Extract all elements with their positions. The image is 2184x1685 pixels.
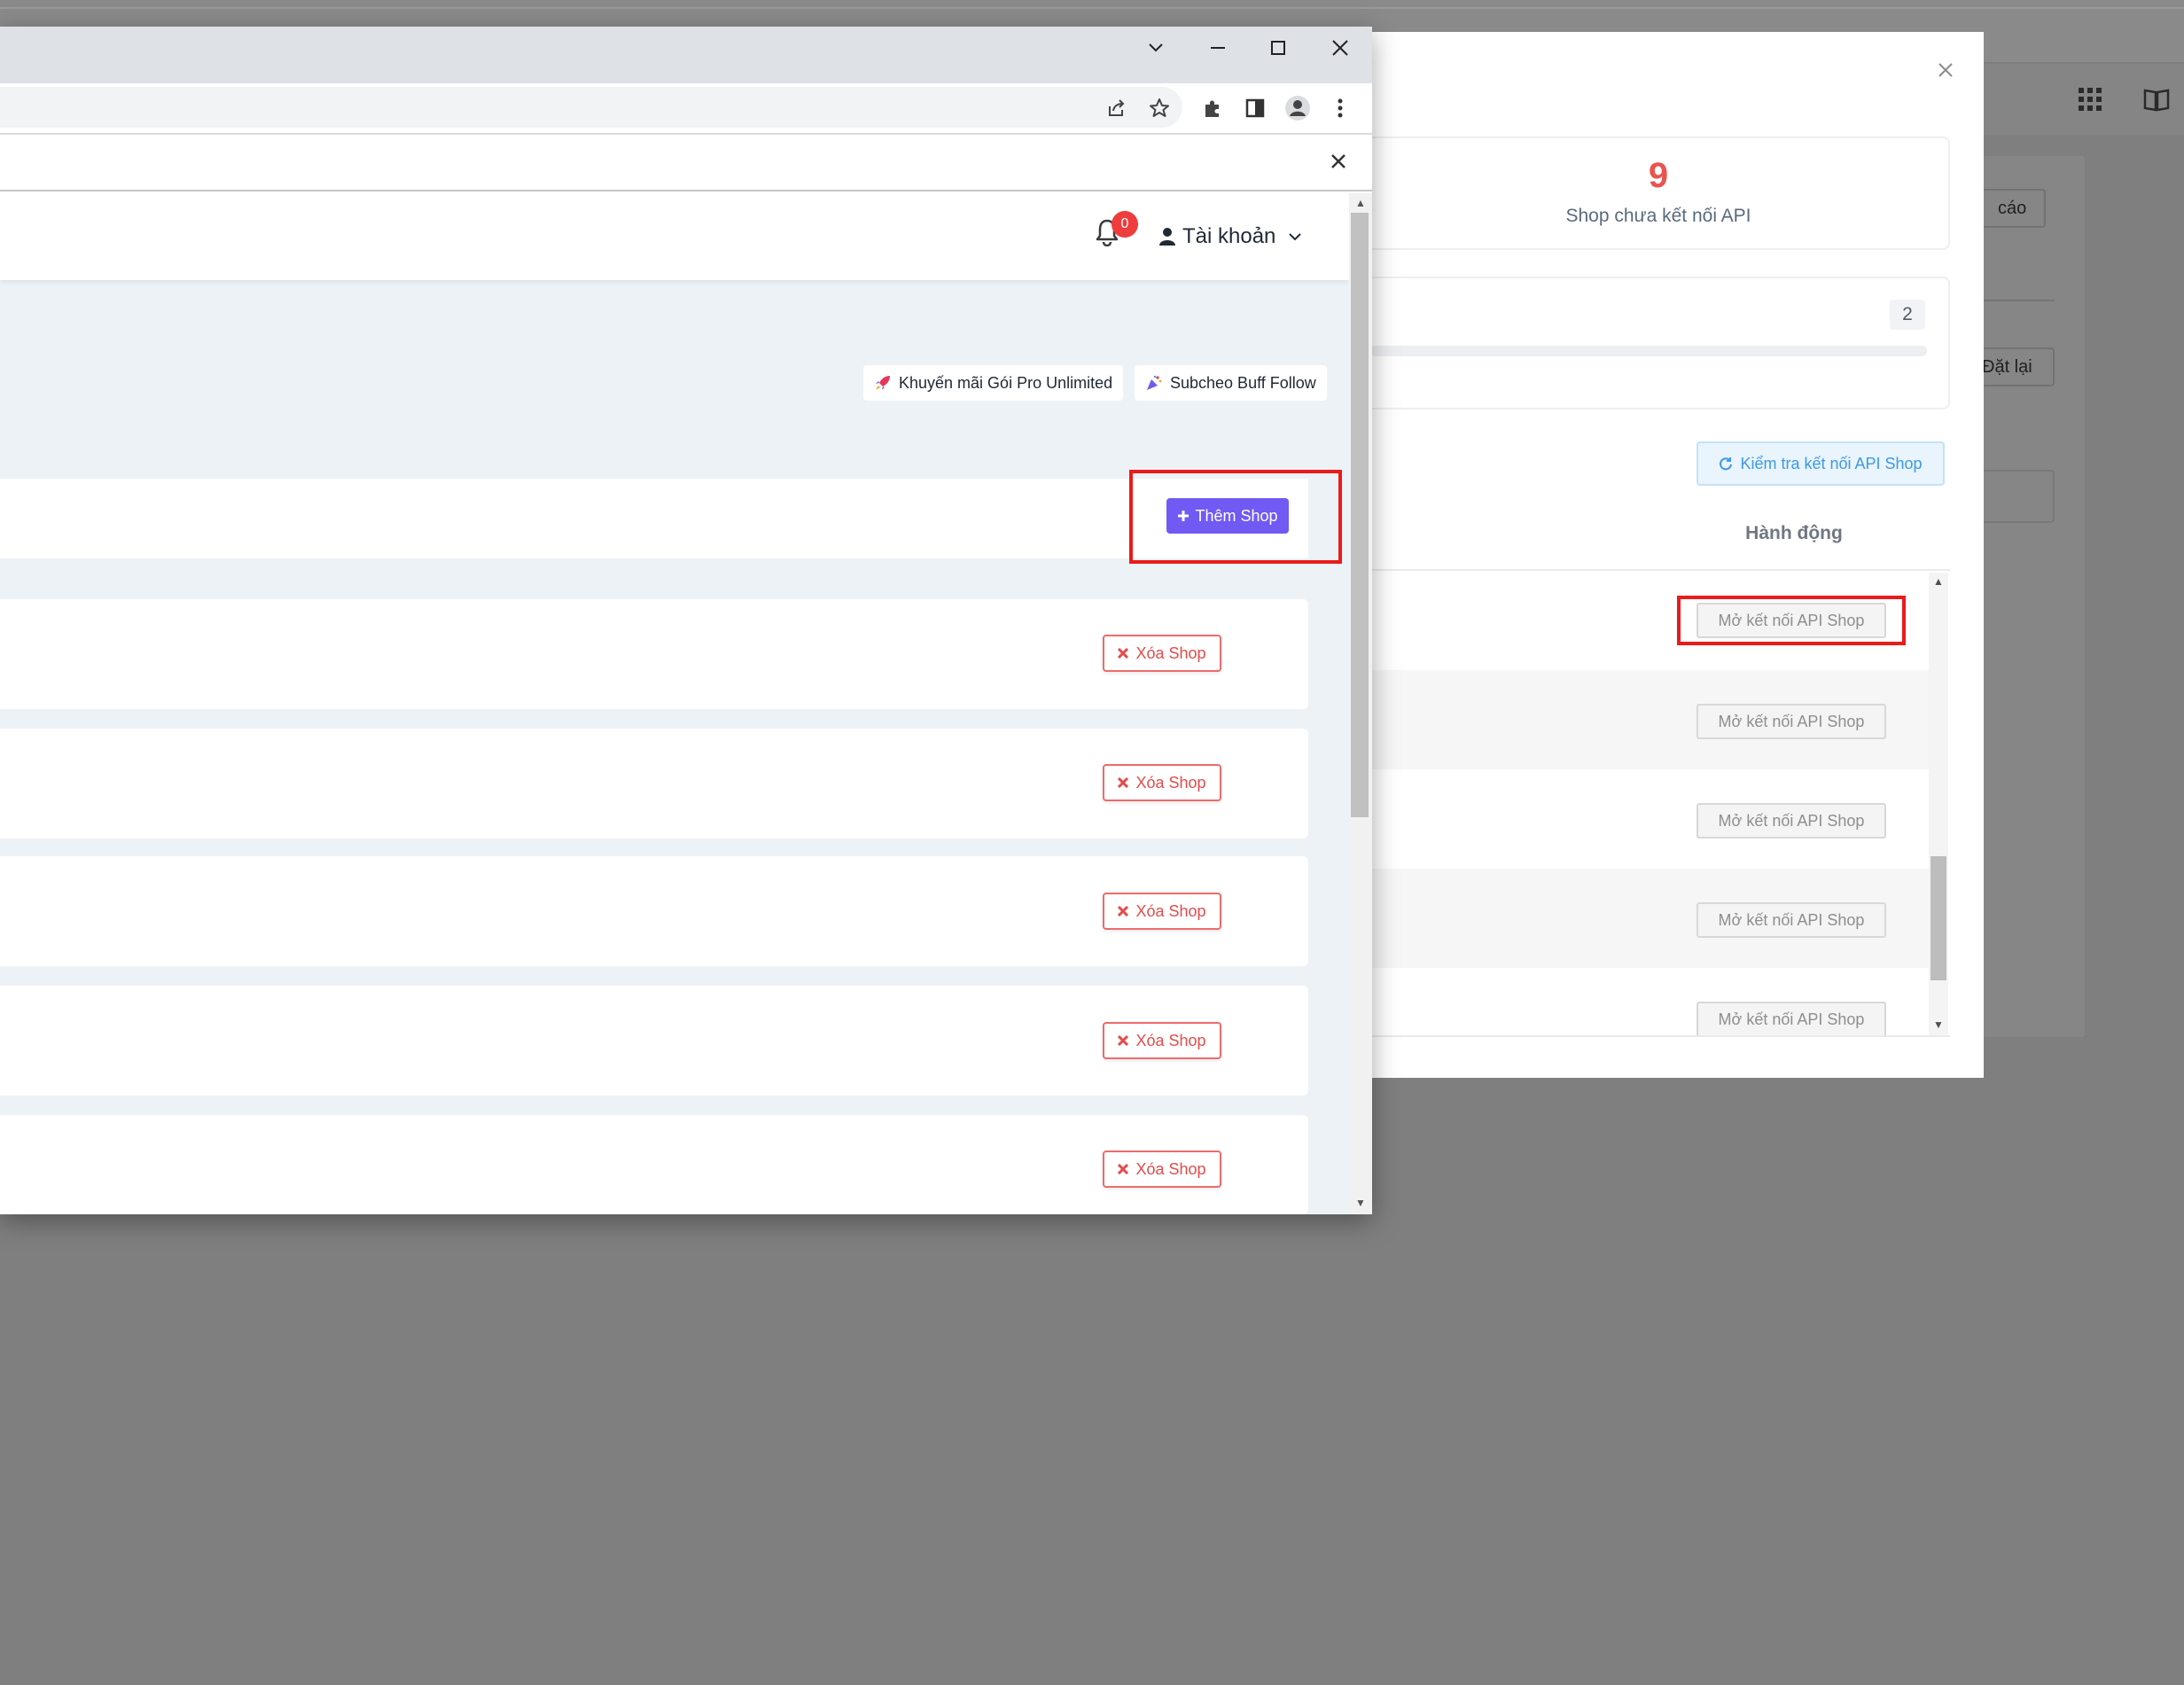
open-api-connection-button[interactable]: Mở kết nối API Shop bbox=[1696, 704, 1886, 739]
scroll-down-arrow-icon[interactable]: ▼ bbox=[1349, 1193, 1372, 1213]
x-icon bbox=[1118, 906, 1129, 917]
user-icon bbox=[1159, 227, 1175, 246]
bookmark-star-icon[interactable] bbox=[1143, 92, 1175, 124]
infobar-close-icon[interactable] bbox=[1324, 147, 1353, 176]
delete-shop-button[interactable]: Xóa Shop bbox=[1103, 893, 1221, 930]
address-bar[interactable] bbox=[0, 87, 1182, 128]
background-divider bbox=[0, 7, 2184, 9]
minimize-icon[interactable] bbox=[1193, 30, 1243, 66]
rocket-icon bbox=[874, 374, 892, 392]
unconnected-count: 9 bbox=[1648, 156, 1669, 195]
delete-shop-label: Xóa Shop bbox=[1135, 901, 1206, 920]
progress-count-badge: 2 bbox=[1890, 300, 1925, 330]
scroll-up-arrow-icon[interactable]: ▲ bbox=[1929, 573, 1948, 590]
party-popper-icon bbox=[1145, 374, 1163, 392]
apps-grid-icon bbox=[2078, 87, 2102, 112]
scroll-down-arrow-icon[interactable]: ▼ bbox=[1929, 1016, 1948, 1034]
open-api-connection-button[interactable]: Mở kết nối API Shop bbox=[1696, 902, 1886, 938]
page-scrollbar-thumb[interactable] bbox=[1351, 213, 1369, 817]
book-icon bbox=[2143, 87, 2170, 112]
share-icon[interactable] bbox=[1101, 92, 1133, 124]
scroll-up-arrow-icon[interactable]: ▲ bbox=[1349, 193, 1372, 213]
promo-buff-follow-link[interactable]: Subcheo Buff Follow bbox=[1135, 365, 1327, 401]
delete-shop-button[interactable]: Xóa Shop bbox=[1103, 1022, 1221, 1059]
delete-shop-label: Xóa Shop bbox=[1135, 1031, 1206, 1049]
x-icon bbox=[1118, 1164, 1129, 1174]
background-reset-label: Đặt lại bbox=[1982, 356, 2032, 377]
refresh-icon bbox=[1719, 456, 1733, 471]
delete-shop-label: Xóa Shop bbox=[1135, 1159, 1206, 1178]
open-api-connection-button[interactable]: Mở kết nối API Shop bbox=[1696, 1002, 1886, 1037]
notification-count-badge: 0 bbox=[1112, 211, 1138, 238]
promo-buff-follow-label: Subcheo Buff Follow bbox=[1170, 373, 1316, 392]
table-bottom-border bbox=[1370, 1035, 1950, 1037]
x-icon bbox=[1118, 777, 1129, 788]
action-column-header: Hành động bbox=[1745, 523, 1843, 543]
delete-shop-label: Xóa Shop bbox=[1135, 773, 1206, 792]
delete-shop-button[interactable]: Xóa Shop bbox=[1103, 635, 1221, 672]
shop-toolbar bbox=[0, 479, 1308, 558]
highlight-box-add-shop bbox=[1129, 470, 1342, 564]
open-api-connection-button[interactable]: Mở kết nối API Shop bbox=[1696, 803, 1886, 839]
window-close-icon[interactable] bbox=[1315, 30, 1365, 66]
background-report-label: cáo bbox=[1998, 198, 2027, 218]
progress-card bbox=[1370, 277, 1950, 410]
account-menu[interactable]: Tài khoản bbox=[1159, 222, 1302, 252]
extensions-icon[interactable] bbox=[1197, 92, 1228, 124]
delete-shop-button[interactable]: Xóa Shop bbox=[1103, 1151, 1221, 1188]
account-label: Tài khoản bbox=[1182, 224, 1276, 248]
maximize-icon[interactable] bbox=[1253, 30, 1303, 66]
modal-close-icon[interactable] bbox=[1932, 57, 1959, 83]
tab-search-chevron-icon[interactable] bbox=[1131, 30, 1181, 66]
highlight-box-api-button bbox=[1677, 596, 1906, 645]
promo-pro-unlimited-link[interactable]: Khuyến mãi Gói Pro Unlimited bbox=[863, 365, 1124, 401]
delete-shop-label: Xóa Shop bbox=[1135, 644, 1206, 662]
promo-pro-unlimited-label: Khuyến mãi Gói Pro Unlimited bbox=[899, 373, 1113, 392]
chevron-down-icon bbox=[1288, 232, 1302, 241]
x-icon bbox=[1118, 648, 1129, 659]
unconnected-label: Shop chưa kết nối API bbox=[1565, 206, 1751, 226]
delete-shop-button[interactable]: Xóa Shop bbox=[1103, 764, 1221, 801]
page-header bbox=[0, 193, 1349, 280]
progress-bar bbox=[1370, 346, 1927, 356]
profile-icon[interactable] bbox=[1282, 92, 1314, 124]
x-icon bbox=[1118, 1035, 1129, 1046]
check-api-connection-label: Kiểm tra kết nối API Shop bbox=[1740, 454, 1923, 472]
side-panel-icon[interactable] bbox=[1239, 92, 1271, 124]
check-api-connection-button[interactable]: Kiểm tra kết nối API Shop bbox=[1696, 441, 1945, 486]
browser-menu-icon[interactable] bbox=[1324, 92, 1356, 124]
table-scrollbar-thumb[interactable] bbox=[1930, 856, 1946, 980]
browser-infobar bbox=[0, 133, 1372, 191]
